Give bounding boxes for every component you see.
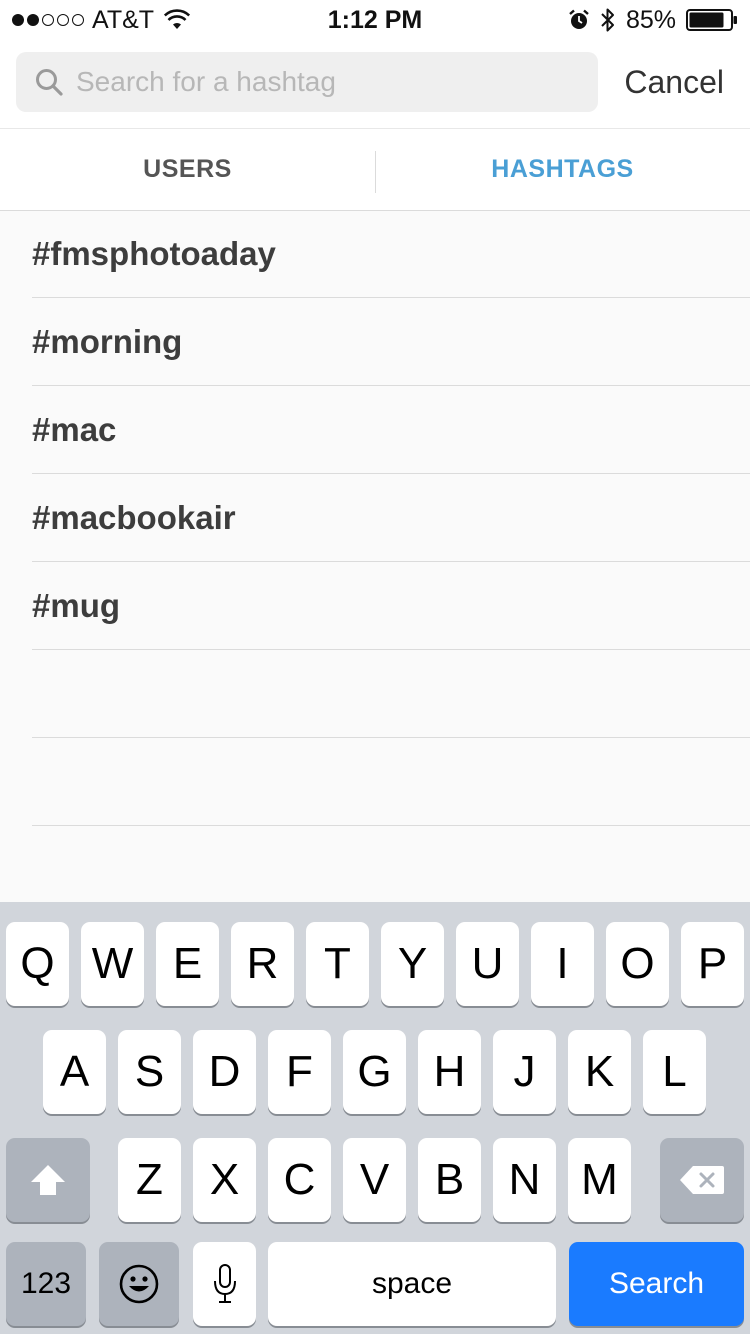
empty-list-row [32,738,750,826]
hashtag-result-item[interactable]: #mac [32,386,750,474]
key-y[interactable]: Y [381,922,444,1006]
search-box[interactable] [16,52,598,112]
tab-divider [375,151,376,193]
hashtag-results-list: #fmsphotoaday #morning #mac #macbookair … [0,211,750,901]
space-key[interactable]: space [268,1242,556,1326]
tab-users[interactable]: USERS [0,129,375,210]
key-z[interactable]: Z [118,1138,181,1222]
key-f[interactable]: F [268,1030,331,1114]
search-header: Cancel [0,40,750,128]
hashtag-result-item[interactable]: #morning [32,298,750,386]
key-o[interactable]: O [606,922,669,1006]
empty-list-row [32,650,750,738]
numbers-key[interactable]: 123 [6,1242,86,1326]
hashtag-result-item[interactable]: #fmsphotoaday [32,211,750,298]
bluetooth-icon [601,8,614,32]
key-a[interactable]: A [43,1030,106,1114]
backspace-icon [680,1166,724,1194]
hashtag-result-item[interactable]: #mug [32,562,750,650]
key-h[interactable]: H [418,1030,481,1114]
status-bar: AT&T 1:12 PM 85% [0,0,750,40]
search-tabs: USERS HASHTAGS [0,128,750,211]
key-d[interactable]: D [193,1030,256,1114]
key-j[interactable]: J [493,1030,556,1114]
key-v[interactable]: V [343,1138,406,1222]
key-w[interactable]: W [81,922,144,1006]
key-e[interactable]: E [156,922,219,1006]
microphone-icon [213,1264,236,1303]
alarm-icon [569,9,589,29]
shift-key[interactable] [6,1138,90,1222]
key-n[interactable]: N [493,1138,556,1222]
tab-hashtags[interactable]: HASHTAGS [375,129,750,210]
delete-key[interactable] [660,1138,744,1222]
hashtag-result-item[interactable]: #macbookair [32,474,750,562]
search-icon [36,69,63,96]
key-q[interactable]: Q [6,922,69,1006]
shift-icon [31,1165,65,1195]
key-r[interactable]: R [231,922,294,1006]
key-x[interactable]: X [193,1138,256,1222]
emoji-icon [119,1264,159,1304]
status-right: 85% [568,6,738,34]
key-k[interactable]: K [568,1030,631,1114]
key-m[interactable]: M [568,1138,631,1222]
key-t[interactable]: T [306,922,369,1006]
key-u[interactable]: U [456,922,519,1006]
search-input[interactable] [76,66,556,98]
key-i[interactable]: I [531,922,594,1006]
battery-icon [686,9,737,31]
key-s[interactable]: S [118,1030,181,1114]
key-p[interactable]: P [681,922,744,1006]
cancel-button[interactable]: Cancel [624,52,724,112]
key-c[interactable]: C [268,1138,331,1222]
emoji-key[interactable] [99,1242,179,1326]
battery-percent: 85% [625,5,676,34]
search-key[interactable]: Search [569,1242,744,1326]
key-l[interactable]: L [643,1030,706,1114]
keyboard: Q W E R T Y U I O P A S D F G H J K L Z … [0,902,750,1334]
key-g[interactable]: G [343,1030,406,1114]
dictation-key[interactable] [193,1242,256,1326]
key-b[interactable]: B [418,1138,481,1222]
